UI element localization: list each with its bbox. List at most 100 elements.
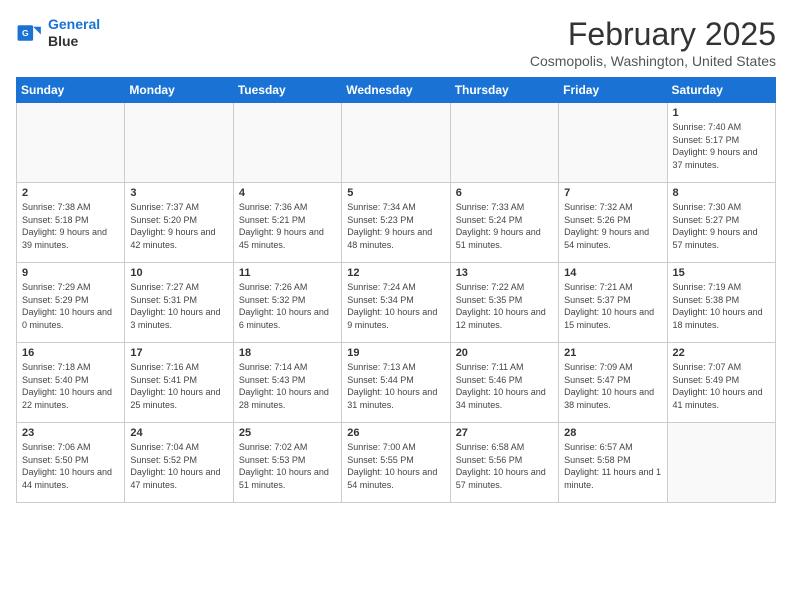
calendar-cell	[667, 423, 775, 503]
day-number: 23	[22, 427, 119, 439]
calendar-table: SundayMondayTuesdayWednesdayThursdayFrid…	[16, 77, 776, 503]
logo-icon: G	[16, 19, 44, 47]
weekday-header-friday: Friday	[559, 78, 667, 103]
day-number: 19	[347, 347, 444, 359]
day-info: Sunrise: 6:58 AM Sunset: 5:56 PM Dayligh…	[456, 441, 553, 491]
day-info: Sunrise: 7:27 AM Sunset: 5:31 PM Dayligh…	[130, 281, 227, 331]
calendar-cell	[342, 103, 450, 183]
calendar-cell	[233, 103, 341, 183]
weekday-header-row: SundayMondayTuesdayWednesdayThursdayFrid…	[17, 78, 776, 103]
calendar-cell	[559, 103, 667, 183]
day-info: Sunrise: 7:36 AM Sunset: 5:21 PM Dayligh…	[239, 201, 336, 251]
calendar-cell: 28 Sunrise: 6:57 AM Sunset: 5:58 PM Dayli…	[559, 423, 667, 503]
day-number: 28	[564, 427, 661, 439]
day-info: Sunrise: 7:38 AM Sunset: 5:18 PM Dayligh…	[22, 201, 119, 251]
calendar-cell: 7Sunrise: 7:32 AM Sunset: 5:26 PM Daylig…	[559, 183, 667, 263]
calendar-cell: 16 Sunrise: 7:18 AM Sunset: 5:40 PM Dayli…	[17, 343, 125, 423]
logo: G GeneralBlue	[16, 16, 100, 50]
weekday-header-wednesday: Wednesday	[342, 78, 450, 103]
day-number: 12	[347, 267, 444, 279]
calendar-cell	[17, 103, 125, 183]
day-info: Sunrise: 7:04 AM Sunset: 5:52 PM Dayligh…	[130, 441, 227, 491]
day-info: Sunrise: 7:02 AM Sunset: 5:53 PM Dayligh…	[239, 441, 336, 491]
week-row-1: 2 Sunrise: 7:38 AM Sunset: 5:18 PM Daylig…	[17, 183, 776, 263]
weekday-header-tuesday: Tuesday	[233, 78, 341, 103]
day-info: Sunrise: 7:18 AM Sunset: 5:40 PM Dayligh…	[22, 361, 119, 411]
day-number: 7	[564, 187, 661, 199]
day-info: Sunrise: 7:11 AM Sunset: 5:46 PM Dayligh…	[456, 361, 553, 411]
calendar-cell: 4 Sunrise: 7:36 AM Sunset: 5:21 PM Daylig…	[233, 183, 341, 263]
week-row-0: 1 Sunrise: 7:40 AM Sunset: 5:17 PM Daylig…	[17, 103, 776, 183]
day-number: 26	[347, 427, 444, 439]
weekday-header-sunday: Sunday	[17, 78, 125, 103]
calendar-cell: 14 Sunrise: 7:21 AM Sunset: 5:37 PM Dayli…	[559, 263, 667, 343]
calendar-cell: 22 Sunrise: 7:07 AM Sunset: 5:49 PM Dayli…	[667, 343, 775, 423]
day-number: 6	[456, 187, 553, 199]
day-number: 27	[456, 427, 553, 439]
calendar-cell	[450, 103, 558, 183]
calendar-cell: 17Sunrise: 7:16 AM Sunset: 5:41 PM Dayli…	[125, 343, 233, 423]
calendar-cell: 12Sunrise: 7:24 AM Sunset: 5:34 PM Dayli…	[342, 263, 450, 343]
svg-text:G: G	[22, 28, 29, 38]
calendar-title: February 2025	[530, 16, 776, 53]
day-info: Sunrise: 7:07 AM Sunset: 5:49 PM Dayligh…	[673, 361, 770, 411]
day-number: 25	[239, 427, 336, 439]
day-number: 10	[130, 267, 227, 279]
day-info: Sunrise: 7:37 AM Sunset: 5:20 PM Dayligh…	[130, 201, 227, 251]
day-number: 8	[673, 187, 770, 199]
day-info: Sunrise: 7:29 AM Sunset: 5:29 PM Dayligh…	[22, 281, 119, 331]
calendar-cell: 25 Sunrise: 7:02 AM Sunset: 5:53 PM Dayli…	[233, 423, 341, 503]
day-info: Sunrise: 7:06 AM Sunset: 5:50 PM Dayligh…	[22, 441, 119, 491]
calendar-cell: 23 Sunrise: 7:06 AM Sunset: 5:50 PM Dayli…	[17, 423, 125, 503]
day-number: 5	[347, 187, 444, 199]
day-number: 16	[22, 347, 119, 359]
day-info: Sunrise: 7:40 AM Sunset: 5:17 PM Dayligh…	[673, 121, 770, 171]
title-section: February 2025 Cosmopolis, Washington, Un…	[530, 16, 776, 69]
calendar-cell: 5 Sunrise: 7:34 AM Sunset: 5:23 PM Daylig…	[342, 183, 450, 263]
day-info: Sunrise: 7:19 AM Sunset: 5:38 PM Dayligh…	[673, 281, 770, 331]
calendar-cell: 27 Sunrise: 6:58 AM Sunset: 5:56 PM Dayli…	[450, 423, 558, 503]
day-number: 21	[564, 347, 661, 359]
day-info: Sunrise: 7:33 AM Sunset: 5:24 PM Dayligh…	[456, 201, 553, 251]
calendar-cell: 20 Sunrise: 7:11 AM Sunset: 5:46 PM Dayli…	[450, 343, 558, 423]
calendar-cell: 3 Sunrise: 7:37 AM Sunset: 5:20 PM Daylig…	[125, 183, 233, 263]
weekday-header-thursday: Thursday	[450, 78, 558, 103]
day-info: Sunrise: 7:26 AM Sunset: 5:32 PM Dayligh…	[239, 281, 336, 331]
day-info: Sunrise: 7:00 AM Sunset: 5:55 PM Dayligh…	[347, 441, 444, 491]
day-info: Sunrise: 7:09 AM Sunset: 5:47 PM Dayligh…	[564, 361, 661, 411]
day-info: Sunrise: 7:14 AM Sunset: 5:43 PM Dayligh…	[239, 361, 336, 411]
day-info: Sunrise: 6:57 AM Sunset: 5:58 PM Dayligh…	[564, 441, 661, 491]
week-row-4: 23 Sunrise: 7:06 AM Sunset: 5:50 PM Dayli…	[17, 423, 776, 503]
weekday-header-monday: Monday	[125, 78, 233, 103]
week-row-3: 16 Sunrise: 7:18 AM Sunset: 5:40 PM Dayli…	[17, 343, 776, 423]
calendar-cell: 9 Sunrise: 7:29 AM Sunset: 5:29 PM Daylig…	[17, 263, 125, 343]
day-number: 18	[239, 347, 336, 359]
day-info: Sunrise: 7:16 AM Sunset: 5:41 PM Dayligh…	[130, 361, 227, 411]
day-number: 20	[456, 347, 553, 359]
day-number: 15	[673, 267, 770, 279]
day-number: 22	[673, 347, 770, 359]
day-number: 1	[673, 107, 770, 119]
calendar-cell	[125, 103, 233, 183]
day-number: 14	[564, 267, 661, 279]
calendar-cell: 24Sunrise: 7:04 AM Sunset: 5:52 PM Dayli…	[125, 423, 233, 503]
calendar-cell: 15 Sunrise: 7:19 AM Sunset: 5:38 PM Dayli…	[667, 263, 775, 343]
calendar-cell: 8 Sunrise: 7:30 AM Sunset: 5:27 PM Daylig…	[667, 183, 775, 263]
day-info: Sunrise: 7:30 AM Sunset: 5:27 PM Dayligh…	[673, 201, 770, 251]
calendar-cell: 1 Sunrise: 7:40 AM Sunset: 5:17 PM Daylig…	[667, 103, 775, 183]
calendar-cell: 2 Sunrise: 7:38 AM Sunset: 5:18 PM Daylig…	[17, 183, 125, 263]
calendar-cell: 21 Sunrise: 7:09 AM Sunset: 5:47 PM Dayli…	[559, 343, 667, 423]
day-info: Sunrise: 7:34 AM Sunset: 5:23 PM Dayligh…	[347, 201, 444, 251]
day-number: 9	[22, 267, 119, 279]
week-row-2: 9 Sunrise: 7:29 AM Sunset: 5:29 PM Daylig…	[17, 263, 776, 343]
day-info: Sunrise: 7:21 AM Sunset: 5:37 PM Dayligh…	[564, 281, 661, 331]
weekday-header-saturday: Saturday	[667, 78, 775, 103]
day-number: 4	[239, 187, 336, 199]
calendar-cell: 18 Sunrise: 7:14 AM Sunset: 5:43 PM Dayli…	[233, 343, 341, 423]
day-info: Sunrise: 7:22 AM Sunset: 5:35 PM Dayligh…	[456, 281, 553, 331]
day-number: 2	[22, 187, 119, 199]
day-number: 13	[456, 267, 553, 279]
day-number: 3	[130, 187, 227, 199]
calendar-cell: 19Sunrise: 7:13 AM Sunset: 5:44 PM Dayli…	[342, 343, 450, 423]
logo-text: GeneralBlue	[48, 16, 100, 50]
